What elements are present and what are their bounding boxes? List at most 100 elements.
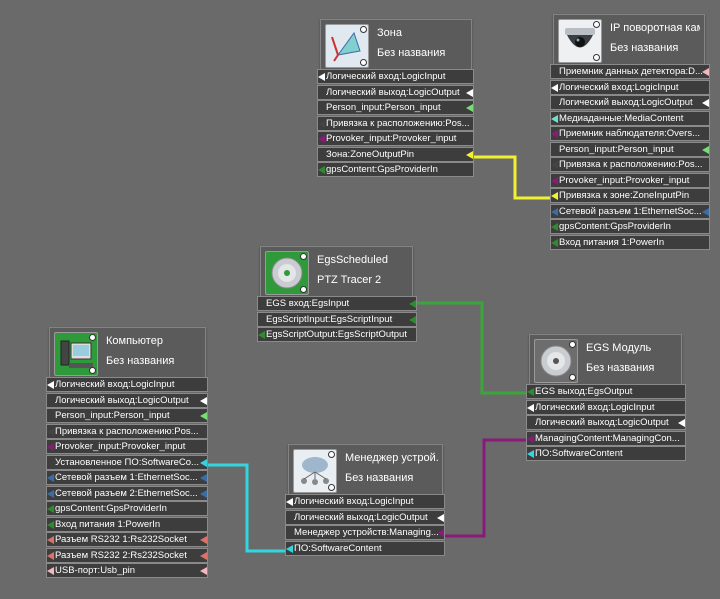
port-row[interactable]: ПО:SoftwareContent bbox=[285, 540, 445, 556]
port-row[interactable]: gpsContent:GpsProviderIn bbox=[550, 219, 710, 234]
port-connector-icon[interactable] bbox=[200, 489, 207, 498]
port-connector-icon[interactable] bbox=[258, 331, 265, 339]
port-row[interactable]: Приемник данных детектора:D... bbox=[550, 64, 710, 79]
node-header[interactable]: EGS Модуль Без названия bbox=[529, 334, 682, 386]
port-row[interactable]: Provoker_input:Provoker_input bbox=[46, 439, 208, 454]
port-connector-icon[interactable] bbox=[200, 474, 207, 482]
port-row[interactable]: Вход питания 1:PowerIn bbox=[550, 234, 710, 250]
port-connector-icon[interactable] bbox=[47, 536, 54, 544]
port-row[interactable]: Привязка к расположению:Pos... bbox=[317, 115, 474, 131]
port-row[interactable]: Установленное ПО:SoftwareCo... bbox=[46, 454, 208, 470]
port-connector-icon[interactable] bbox=[551, 161, 558, 169]
port-connector-icon[interactable] bbox=[200, 551, 207, 560]
port-row[interactable]: Логический вход:LogicInput bbox=[550, 79, 710, 95]
port-connector-icon[interactable] bbox=[527, 434, 534, 443]
port-row[interactable]: Логический вход:LogicInput bbox=[526, 399, 686, 415]
port-connector-icon[interactable] bbox=[200, 412, 207, 420]
port-row[interactable]: Приемник наблюдателя:Overs... bbox=[550, 126, 710, 141]
port-connector-icon[interactable] bbox=[200, 567, 207, 575]
port-connector-icon[interactable] bbox=[318, 73, 325, 81]
port-connector-icon[interactable] bbox=[551, 207, 558, 216]
port-connector-icon[interactable] bbox=[200, 536, 207, 544]
port-connector-icon[interactable] bbox=[527, 403, 534, 412]
port-connector-icon[interactable] bbox=[466, 88, 473, 97]
port-connector-icon[interactable] bbox=[200, 396, 207, 405]
port-connector-icon[interactable] bbox=[318, 135, 325, 143]
port-row[interactable]: Сетевой разъем 1:EthernetSoc... bbox=[46, 470, 208, 485]
port-row[interactable]: EGS выход:EgsOutput bbox=[526, 384, 686, 399]
port-row[interactable]: Сетевой разъем 2:EthernetSoc... bbox=[46, 485, 208, 501]
port-connector-icon[interactable] bbox=[527, 388, 534, 396]
port-row[interactable]: Логический вход:LogicInput bbox=[317, 69, 474, 84]
port-row[interactable]: ManagingContent:ManagingCon... bbox=[526, 430, 686, 446]
port-row[interactable]: Логический выход:LogicOutput bbox=[46, 392, 208, 408]
port-row[interactable]: Логический выход:LogicOutput bbox=[317, 84, 474, 100]
port-connector-icon[interactable] bbox=[409, 300, 416, 308]
port-row[interactable]: Логический выход:LogicOutput bbox=[550, 95, 710, 110]
port-connector-icon[interactable] bbox=[437, 529, 444, 537]
port-connector-icon[interactable] bbox=[286, 544, 293, 553]
port-connector-icon[interactable] bbox=[47, 567, 54, 575]
port-row[interactable]: Сетевой разъем 1:EthernetSoc... bbox=[550, 203, 710, 219]
port-connector-icon[interactable] bbox=[466, 104, 473, 112]
port-row[interactable]: Привязка к расположению:Pos... bbox=[550, 157, 710, 172]
port-row[interactable]: Вход питания 1:PowerIn bbox=[46, 516, 208, 532]
port-row[interactable]: gpsContent:GpsProviderIn bbox=[317, 162, 474, 177]
node-header[interactable]: EgsScheduled PTZ Tracer 2 bbox=[260, 246, 413, 298]
port-row[interactable]: Логический выход:LogicOutput bbox=[526, 415, 686, 430]
port-row[interactable]: Менеджер устройств:Managing... bbox=[285, 525, 445, 540]
port-connector-icon[interactable] bbox=[200, 458, 207, 467]
port-connector-icon[interactable] bbox=[47, 520, 54, 529]
port-connector-icon[interactable] bbox=[551, 130, 558, 138]
port-row[interactable]: Медиаданные:MediaContent bbox=[550, 110, 710, 126]
port-connector-icon[interactable] bbox=[702, 99, 709, 107]
port-row[interactable]: Привязка к расположению:Pos... bbox=[46, 423, 208, 439]
port-row[interactable]: Person_input:Person_input bbox=[550, 141, 710, 157]
port-row[interactable]: Привязка к зоне:ZoneInputPin bbox=[550, 188, 710, 203]
port-row[interactable]: Зона:ZoneOutputPin bbox=[317, 146, 474, 162]
port-row[interactable]: Логический вход:LogicInput bbox=[285, 494, 445, 509]
port-row[interactable]: Логический вход:LogicInput bbox=[46, 377, 208, 392]
node-header[interactable]: Компьютер Без названия bbox=[49, 327, 206, 379]
port-row[interactable]: Person_input:Person_input bbox=[317, 100, 474, 115]
port-connector-icon[interactable] bbox=[47, 505, 54, 513]
port-connector-icon[interactable] bbox=[47, 489, 54, 498]
port-row[interactable]: EgsScriptInput:EgsScriptInput bbox=[257, 311, 417, 327]
port-row[interactable]: Provoker_input:Provoker_input bbox=[317, 131, 474, 146]
port-connector-icon[interactable] bbox=[466, 150, 473, 159]
port-connector-icon[interactable] bbox=[702, 207, 709, 216]
port-connector-icon[interactable] bbox=[551, 114, 558, 123]
port-connector-icon[interactable] bbox=[527, 450, 534, 458]
port-connector-icon[interactable] bbox=[286, 498, 293, 506]
port-row[interactable]: Person_input:Person_input bbox=[46, 408, 208, 423]
port-connector-icon[interactable] bbox=[678, 419, 685, 427]
port-connector-icon[interactable] bbox=[551, 238, 558, 247]
port-row[interactable]: Provoker_input:Provoker_input bbox=[550, 172, 710, 188]
port-row[interactable]: Разъем RS232 1:Rs232Socket bbox=[46, 532, 208, 547]
port-connector-icon[interactable] bbox=[47, 551, 54, 560]
port-connector-icon[interactable] bbox=[47, 443, 54, 451]
port-connector-icon[interactable] bbox=[551, 223, 558, 231]
port-connector-icon[interactable] bbox=[551, 192, 558, 200]
node-header[interactable]: Менеджер устрой... Без названия bbox=[288, 444, 443, 496]
port-connector-icon[interactable] bbox=[47, 381, 54, 389]
port-row[interactable]: USB-порт:Usb_pin bbox=[46, 563, 208, 578]
port-connector-icon[interactable] bbox=[437, 513, 444, 522]
port-connector-icon[interactable] bbox=[318, 119, 325, 128]
port-connector-icon[interactable] bbox=[318, 166, 325, 174]
port-row[interactable]: EgsScriptOutput:EgsScriptOutput bbox=[257, 327, 417, 342]
port-connector-icon[interactable] bbox=[702, 145, 709, 154]
port-row[interactable]: Логический выход:LogicOutput bbox=[285, 509, 445, 525]
node-header[interactable]: IP поворотная кам... Без названия bbox=[553, 14, 705, 66]
port-connector-icon[interactable] bbox=[551, 176, 558, 185]
port-row[interactable]: gpsContent:GpsProviderIn bbox=[46, 501, 208, 516]
port-row[interactable]: Разъем RS232 2:Rs232Socket bbox=[46, 547, 208, 563]
node-header[interactable]: Зона Без названия bbox=[320, 19, 472, 71]
port-row[interactable]: EGS вход:EgsInput bbox=[257, 296, 417, 311]
port-connector-icon[interactable] bbox=[551, 83, 558, 92]
port-row[interactable]: ПО:SoftwareContent bbox=[526, 446, 686, 461]
port-connector-icon[interactable] bbox=[702, 68, 709, 76]
port-connector-icon[interactable] bbox=[409, 315, 416, 324]
port-connector-icon[interactable] bbox=[47, 474, 54, 482]
port-connector-icon[interactable] bbox=[47, 427, 54, 436]
